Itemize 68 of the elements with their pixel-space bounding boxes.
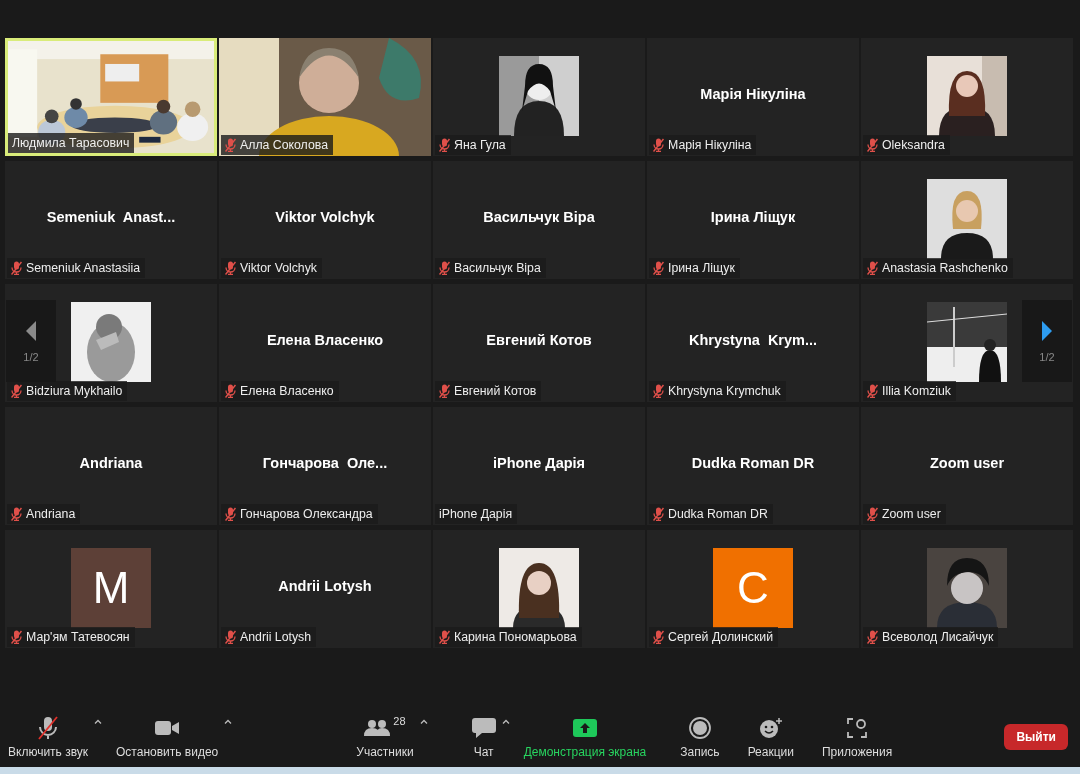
avatar-initial: M xyxy=(71,548,151,628)
participant-label: Людмила Тарасович xyxy=(12,136,130,150)
participant-label: Illia Komziuk xyxy=(882,384,952,398)
participant-name: Евгений Котов xyxy=(485,332,593,348)
participant-name: Ірина Ліщук xyxy=(709,209,797,225)
smiley-icon xyxy=(758,717,783,739)
caret-icon xyxy=(501,719,510,724)
participant-label: Dudka Roman DR xyxy=(668,507,768,521)
participant-name: Dudka Roman DR xyxy=(690,455,816,471)
page-indicator: 1/2 xyxy=(23,351,39,363)
next-page-button[interactable]: 1/2 xyxy=(1022,300,1072,382)
participant-label: Khrystyna Krymchuk xyxy=(668,384,781,398)
caret-icon xyxy=(94,719,103,724)
camera-icon xyxy=(154,719,181,737)
caret-icon xyxy=(224,719,233,724)
participant-name: Andrii Lotysh xyxy=(277,578,373,594)
participant-name: Andriana xyxy=(78,455,144,471)
participant-label: Сергей Долинский xyxy=(668,630,774,644)
participant-name: Viktor Volchyk xyxy=(274,209,376,225)
participant-label: Гончарова Олександра xyxy=(240,507,373,521)
participant-label: Bidziura Mykhailo xyxy=(26,384,123,398)
share-screen-icon xyxy=(572,719,597,737)
participants-icon xyxy=(364,719,391,737)
chat-icon xyxy=(471,717,496,739)
mic-button[interactable]: Включить звук xyxy=(6,711,91,763)
left-arrow-icon xyxy=(24,319,38,343)
participant-label: Anastasia Rashchenko xyxy=(882,261,1008,275)
participant-name: iPhone Дарія xyxy=(491,455,587,471)
share-button[interactable]: Демонстрация экрана xyxy=(521,711,649,763)
participant-label: Zoom user xyxy=(882,507,941,521)
participant-name: Гончарова Оле... xyxy=(261,455,389,471)
participants-button[interactable]: 28 Участники xyxy=(354,711,416,763)
avatar-initial: C xyxy=(713,548,793,628)
participant-name: Марія Нікуліна xyxy=(699,86,807,102)
participant-label: Oleksandra xyxy=(882,138,945,152)
reactions-button[interactable]: Реакции xyxy=(745,711,796,763)
participant-label: Васильчук Віра xyxy=(454,261,541,275)
participant-name: Khrystyna Krym... xyxy=(687,332,819,348)
participant-name: Елена Власенко xyxy=(265,332,385,348)
leave-button[interactable]: Выйти xyxy=(1004,724,1068,750)
apps-icon xyxy=(847,718,868,738)
apps-button[interactable]: Приложения xyxy=(820,711,895,763)
participant-label: Andriana xyxy=(26,507,76,521)
participant-label: Semeniuk Anastasiia xyxy=(26,261,141,275)
participant-label: Всеволод Лисайчук xyxy=(882,630,994,644)
participant-label: Ірина Ліщук xyxy=(668,261,735,275)
participant-label: Viktor Volchyk xyxy=(240,261,317,275)
record-button[interactable]: Запись xyxy=(678,711,722,763)
chat-button[interactable]: Чат xyxy=(469,711,498,763)
microphone-icon xyxy=(37,716,59,740)
participant-label: Andrii Lotysh xyxy=(240,630,312,644)
participant-label: Карина Пономарьова xyxy=(454,630,577,644)
participant-name: Васильчук Віра xyxy=(482,209,596,225)
participant-label: Яна Гула xyxy=(454,138,506,152)
participant-label: Мар'ям Татевосян xyxy=(26,630,130,644)
participant-count: 28 xyxy=(393,715,406,727)
participant-name: Zoom user xyxy=(928,455,1006,471)
participant-label: Елена Власенко xyxy=(240,384,334,398)
participant-label: iPhone Дарія xyxy=(439,507,513,521)
right-arrow-icon xyxy=(1040,319,1054,343)
participant-label: Алла Соколова xyxy=(240,138,328,152)
participant-label: Марія Нікуліна xyxy=(668,138,752,152)
participant-label: Евгений Котов xyxy=(454,384,537,398)
page-indicator: 1/2 xyxy=(1039,351,1055,363)
record-icon xyxy=(688,717,711,739)
camera-button[interactable]: Остановить видео xyxy=(114,711,221,763)
caret-icon xyxy=(419,719,428,724)
participant-name: Semeniuk Anast... xyxy=(45,209,177,225)
